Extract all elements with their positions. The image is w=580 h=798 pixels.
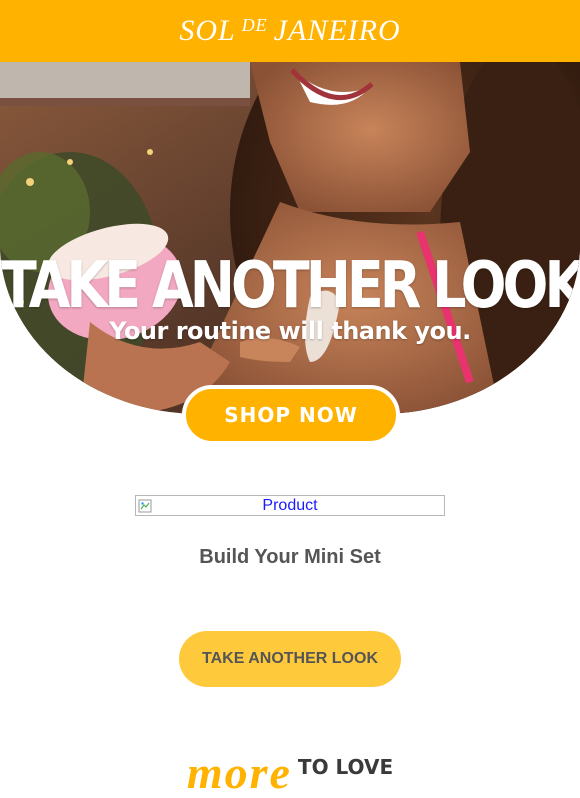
brand-header: SOL DE JANEIRO <box>0 0 580 62</box>
hero-title: TAKE ANOTHER LOOK <box>0 248 580 323</box>
more-script-text: more <box>186 747 292 798</box>
logo-word-janeiro: JANEIRO <box>273 14 401 47</box>
take-another-look-button[interactable]: TAKE ANOTHER LOOK <box>179 631 401 687</box>
broken-image-icon <box>138 499 152 512</box>
logo-word-sol: SOL <box>179 14 236 47</box>
brand-logo[interactable]: SOL DE JANEIRO <box>179 14 400 48</box>
hero-subtitle: Your routine will thank you. <box>109 317 471 345</box>
shop-now-button[interactable]: SHOP NOW <box>182 385 400 445</box>
product-image-alt: Product <box>262 496 318 514</box>
more-to-love-heading: more TO LOVE <box>0 750 580 796</box>
product-image[interactable]: Product <box>135 495 445 516</box>
hero-banner[interactable]: TAKE ANOTHER LOOK Your routine will than… <box>0 62 580 414</box>
hero-photo <box>0 62 580 414</box>
product-title: Build Your Mini Set <box>199 546 381 568</box>
to-love-text: TO LOVE <box>297 755 394 779</box>
logo-word-de: DE <box>241 15 268 35</box>
